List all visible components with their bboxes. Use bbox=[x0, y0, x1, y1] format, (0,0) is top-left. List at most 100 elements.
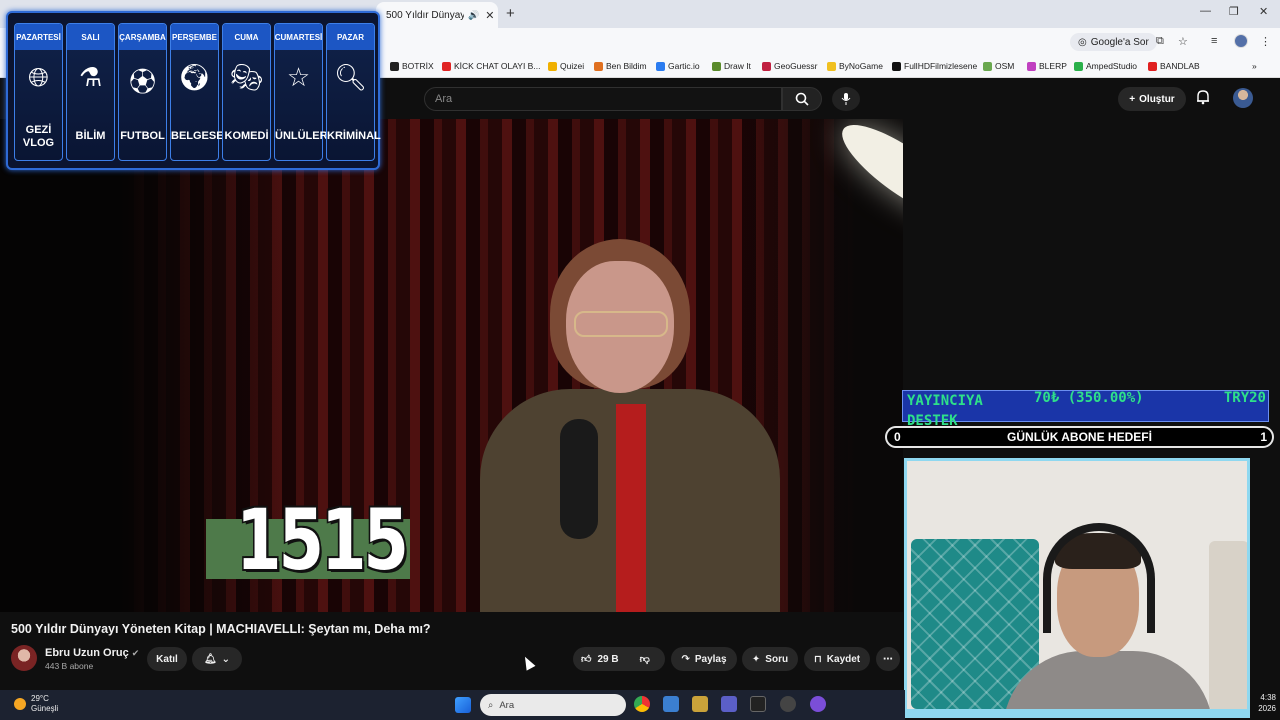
bookmark-favicon-icon bbox=[762, 61, 771, 71]
system-clock[interactable]: 4:38 2026 bbox=[1250, 692, 1276, 714]
join-button[interactable]: Katıl bbox=[147, 647, 187, 671]
bookmark-favicon-icon bbox=[1074, 61, 1083, 71]
menu-icon[interactable]: ⋮ bbox=[1260, 35, 1271, 48]
bookmark-item[interactable]: Quizei bbox=[548, 61, 584, 71]
weather-condition: Güneşli bbox=[31, 704, 59, 713]
chrome-icon[interactable] bbox=[634, 696, 650, 712]
weather-widget[interactable]: 29°C Güneşli bbox=[14, 694, 58, 714]
bell-icon: 🔔︎ bbox=[203, 653, 217, 665]
bookmark-label: ByNoGame bbox=[839, 61, 883, 71]
bookmark-item[interactable]: Draw It bbox=[712, 61, 751, 71]
app-icon[interactable] bbox=[780, 696, 796, 712]
search-button[interactable] bbox=[782, 87, 822, 111]
voice-search-button[interactable] bbox=[832, 87, 860, 111]
google-sor-button[interactable]: ◎ Google'a Sor bbox=[1070, 33, 1157, 51]
like-dislike-group: 👍︎ 29 B 👎︎ bbox=[573, 647, 665, 671]
bookmark-item[interactable]: BOTRİX bbox=[390, 61, 434, 71]
bookmark-label: BANDLAB bbox=[1160, 61, 1200, 71]
streaming-app-icon[interactable] bbox=[810, 696, 826, 712]
day-name: CUMA bbox=[223, 24, 270, 50]
browser-tab-active[interactable]: 500 Yıldır Dünyayı Yöneten 🔊 ✕ bbox=[376, 2, 498, 28]
new-tab-icon[interactable]: + bbox=[506, 5, 515, 22]
search-input[interactable]: Ara bbox=[424, 87, 782, 111]
bookmark-item[interactable]: BLERP bbox=[1027, 61, 1067, 71]
fingerprint-magnifier-icon: 🔍︎ bbox=[333, 62, 367, 92]
microphone-icon bbox=[841, 93, 851, 105]
media-control-icon[interactable]: ≡ bbox=[1211, 35, 1217, 47]
dislike-button[interactable]: 👎︎ bbox=[640, 653, 650, 665]
bookmark-item[interactable]: KİCK CHAT OLAYI B... bbox=[442, 61, 540, 71]
user-avatar[interactable] bbox=[1233, 88, 1253, 108]
bookmark-label: BOTRİX bbox=[402, 61, 434, 71]
clock-time: 4:38 bbox=[1260, 693, 1276, 702]
day-name: SALI bbox=[67, 24, 114, 50]
donation-label-line1: YAYINCIYA bbox=[907, 393, 983, 409]
bookmark-star-icon[interactable]: ☆ bbox=[1178, 35, 1188, 48]
bookmark-label: Quizei bbox=[560, 61, 585, 71]
bookmark-favicon-icon bbox=[827, 61, 836, 71]
restore-icon[interactable]: ❐ bbox=[1229, 5, 1239, 18]
share-label: Paylaş bbox=[694, 653, 727, 665]
weekly-schedule-overlay: PAZARTESİ 🌐︎ GEZİ VLOG SALI ⚗ BİLİM ÇARŞAMBA ⚽︎ F… bbox=[6, 11, 381, 170]
day-topic: BİLİM bbox=[75, 130, 106, 142]
like-button[interactable]: 👍︎ 29 B bbox=[581, 653, 619, 666]
install-icon[interactable]: ⧉ bbox=[1156, 35, 1164, 48]
create-button[interactable]: + Oluştur bbox=[1118, 87, 1186, 111]
speaker-figure bbox=[470, 239, 790, 612]
file-explorer-icon[interactable] bbox=[692, 696, 708, 712]
taskbar-search-placeholder: Ara bbox=[499, 699, 515, 711]
day-name: CUMARTESİ bbox=[275, 24, 322, 50]
schedule-day-card: ÇARŞAMBA ⚽︎ FUTBOL bbox=[118, 23, 167, 161]
save-button[interactable]: ⊓ Kaydet bbox=[804, 647, 870, 671]
bookmark-favicon-icon bbox=[442, 61, 451, 71]
thumbs-down-icon: 👎︎ bbox=[639, 654, 650, 665]
windows-start-icon[interactable] bbox=[455, 697, 471, 713]
ask-button[interactable]: ✦ Soru bbox=[742, 647, 798, 671]
bookmark-favicon-icon bbox=[892, 61, 901, 71]
subscribed-bell-button[interactable]: 🔔︎ ⌄ bbox=[192, 647, 242, 671]
minimize-icon[interactable]: — bbox=[1200, 5, 1211, 17]
close-window-icon[interactable]: ✕ bbox=[1259, 5, 1268, 18]
more-actions-button[interactable]: ⋯ bbox=[876, 647, 900, 671]
speaker-icon[interactable]: 🔊 bbox=[468, 10, 479, 21]
day-name: PAZAR bbox=[327, 24, 374, 50]
bookmark-label: Ben Bildim bbox=[606, 61, 647, 71]
more-bookmarks-icon[interactable]: » bbox=[1252, 61, 1257, 71]
subscriber-goal-end: 1 bbox=[1260, 430, 1267, 444]
donation-amount: 70₺ (350.00%) bbox=[1034, 390, 1144, 406]
notifications-icon[interactable] bbox=[1196, 89, 1210, 105]
bookmark-item[interactable]: GeoGuessr bbox=[762, 61, 817, 71]
epic-games-icon[interactable] bbox=[750, 696, 766, 712]
like-count: 29 B bbox=[597, 653, 619, 665]
teams-icon[interactable] bbox=[721, 696, 737, 712]
schedule-day-card: PAZAR 🔍︎ KRİMİNAL bbox=[326, 23, 381, 161]
bookmark-label: Gartic.io bbox=[668, 61, 700, 71]
bookmark-label: FullHDFilmizlesene bbox=[904, 61, 978, 71]
star-icon: ☆ bbox=[286, 62, 311, 92]
bookmark-item[interactable]: FullHDFilmizlesene bbox=[892, 61, 977, 71]
close-tab-icon[interactable]: ✕ bbox=[485, 9, 494, 22]
bookmark-item[interactable]: BANDLAB bbox=[1148, 61, 1200, 71]
day-topic: BELGESEL bbox=[171, 130, 231, 142]
science-icon: ⚗ bbox=[78, 62, 103, 92]
more-icon: ⋯ bbox=[883, 653, 893, 665]
bookmark-item[interactable]: ByNoGame bbox=[827, 61, 883, 71]
taskbar-search[interactable]: ⌕ Ara bbox=[480, 694, 626, 716]
bookmark-favicon-icon bbox=[656, 61, 665, 71]
schedule-day-card: CUMA 🎭︎ KOMEDİ bbox=[222, 23, 271, 161]
channel-name[interactable]: Ebru Uzun Oruç ✔ bbox=[45, 647, 139, 659]
profile-avatar[interactable] bbox=[1234, 34, 1248, 48]
share-button[interactable]: ↷ Paylaş bbox=[671, 647, 737, 671]
bookmark-favicon-icon bbox=[983, 61, 992, 71]
bookmark-favicon-icon bbox=[1027, 61, 1036, 71]
bookmark-item[interactable]: AmpedStudio bbox=[1074, 61, 1137, 71]
bookmark-item[interactable]: OSM bbox=[983, 61, 1014, 71]
video-player[interactable]: 1515 bbox=[0, 119, 903, 612]
bookmark-item[interactable]: Gartic.io bbox=[656, 61, 700, 71]
store-icon[interactable] bbox=[663, 696, 679, 712]
channel-avatar[interactable] bbox=[11, 645, 37, 671]
headphones bbox=[1043, 523, 1155, 633]
plus-icon: + bbox=[1129, 93, 1136, 105]
bookmark-item[interactable]: Ben Bildim bbox=[594, 61, 647, 71]
bookmark-favicon-icon bbox=[1148, 61, 1157, 71]
